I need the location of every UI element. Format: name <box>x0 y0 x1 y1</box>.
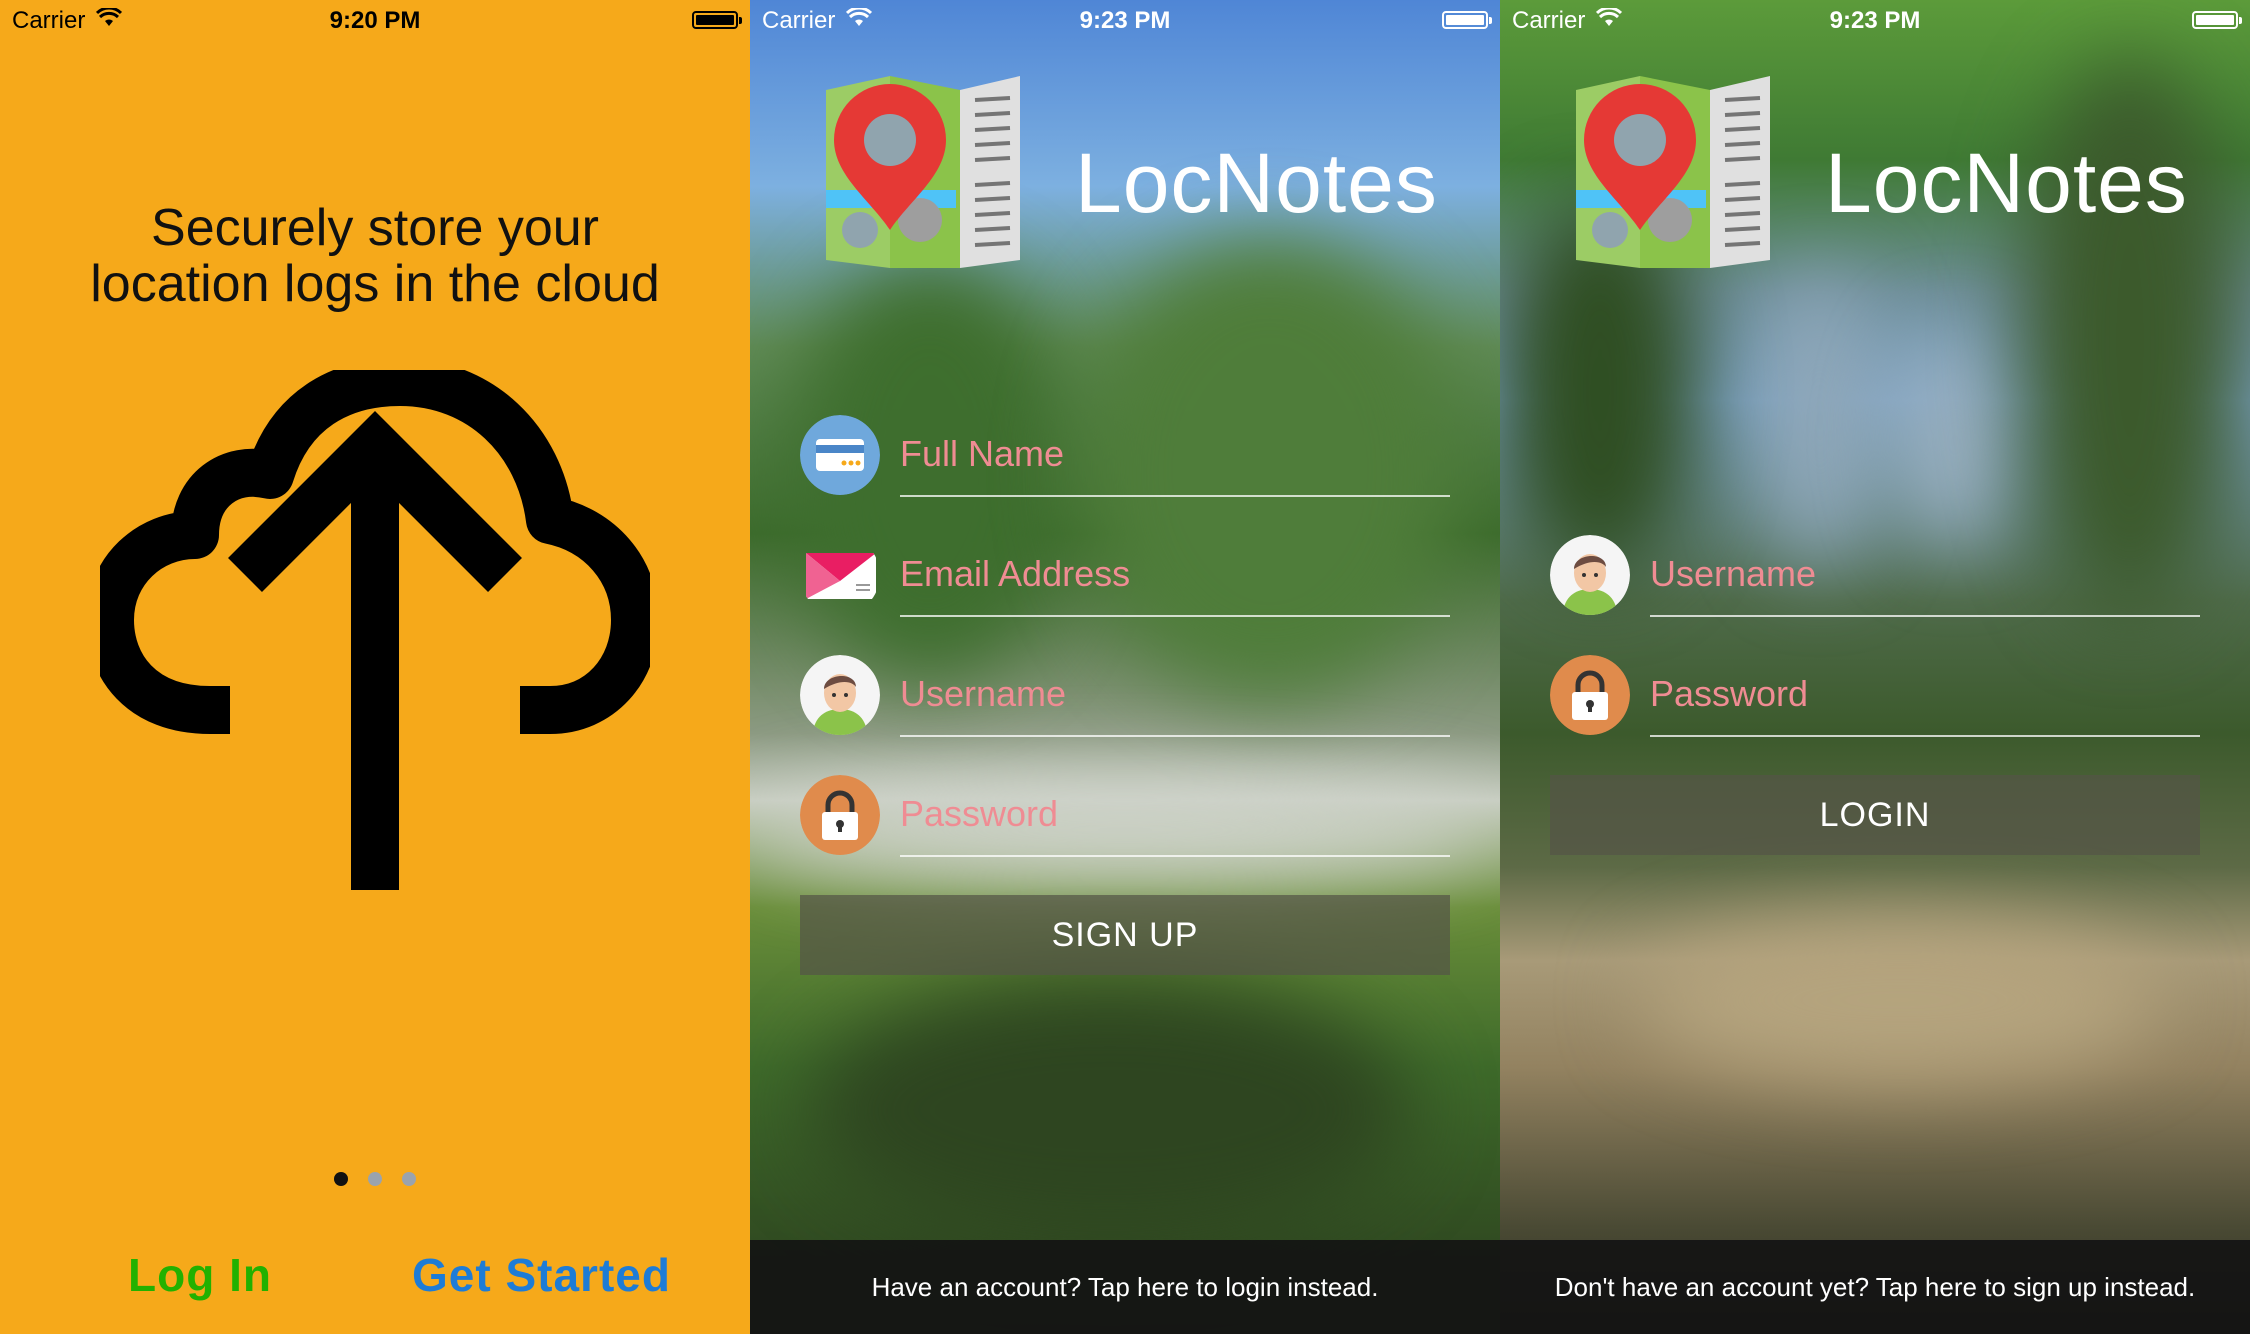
field-underline <box>900 855 1450 857</box>
headline: Securely store your location logs in the… <box>0 200 750 312</box>
battery-icon <box>1442 11 1492 29</box>
page-dot-3[interactable] <box>402 1172 417 1186</box>
field-underline <box>900 615 1450 617</box>
password-field[interactable]: Password <box>1550 655 2200 737</box>
login-screen: Carrier 9:23 PM LocNotes Username Passwo… <box>1500 0 2250 1334</box>
page-indicator[interactable] <box>0 1172 750 1191</box>
field-underline <box>1650 615 2200 617</box>
sign-up-button[interactable]: SIGN UP <box>800 895 1450 975</box>
envelope-icon <box>806 553 876 599</box>
username-placeholder: Username <box>1650 553 1817 594</box>
background-blur <box>810 980 1410 1240</box>
password-placeholder: Password <box>900 793 1059 834</box>
clock: 9:20 PM <box>329 7 421 34</box>
password-field[interactable]: Password <box>800 775 1450 857</box>
padlock-icon <box>1550 655 1630 735</box>
field-underline <box>1650 735 2200 737</box>
sign-up-instead-link[interactable]: Don't have an account yet? Tap here to s… <box>1500 1240 2250 1334</box>
username-field[interactable]: Username <box>1550 535 2200 617</box>
onboarding-screen: Carrier 9:20 PM Securely store your loca… <box>0 0 750 1334</box>
clock: 9:23 PM <box>1829 7 1921 34</box>
map-logo-icon <box>826 76 1020 268</box>
user-avatar-icon <box>800 655 880 735</box>
user-avatar-icon <box>1550 535 1630 615</box>
background-blur <box>1900 330 2010 550</box>
app-name: LocNotes <box>1825 136 2188 230</box>
email-placeholder: Email Address <box>900 553 1131 594</box>
headline-line-2: location logs in the cloud <box>90 255 660 313</box>
login-button[interactable]: LOGIN <box>1550 775 2200 855</box>
clock: 9:23 PM <box>1079 7 1171 34</box>
full-name-field[interactable]: Full Name <box>800 415 1450 497</box>
log-in-button[interactable]: Log In <box>128 1248 272 1302</box>
username-field[interactable]: Username <box>800 655 1450 737</box>
background-blur <box>1760 270 1880 570</box>
headline-line-1: Securely store your <box>151 199 599 257</box>
cloud-upload-icon <box>100 370 650 890</box>
map-logo-icon <box>1576 76 1770 268</box>
padlock-icon <box>800 775 880 855</box>
status-bar: Carrier 9:20 PM <box>0 0 750 40</box>
app-name: LocNotes <box>1075 136 1438 230</box>
id-card-icon <box>800 415 880 495</box>
status-bar: Carrier 9:23 PM <box>1500 0 2250 40</box>
full-name-placeholder: Full Name <box>900 433 1065 474</box>
username-placeholder: Username <box>900 673 1067 714</box>
battery-icon <box>692 11 742 29</box>
field-underline <box>900 735 1450 737</box>
status-bar: Carrier 9:23 PM <box>750 0 1500 40</box>
page-dot-1[interactable] <box>333 1172 348 1186</box>
get-started-button[interactable]: Get Started <box>412 1248 671 1302</box>
login-instead-link[interactable]: Have an account? Tap here to login inste… <box>750 1240 1500 1334</box>
page-dot-2[interactable] <box>368 1172 382 1186</box>
background-blur <box>1640 920 2160 1080</box>
battery-icon <box>2192 11 2242 29</box>
signup-screen: Carrier 9:23 PM LocNotes Full Name Email… <box>750 0 1500 1334</box>
field-underline <box>900 495 1450 497</box>
password-placeholder: Password <box>1650 673 1809 714</box>
email-field[interactable]: Email Address <box>800 535 1450 617</box>
